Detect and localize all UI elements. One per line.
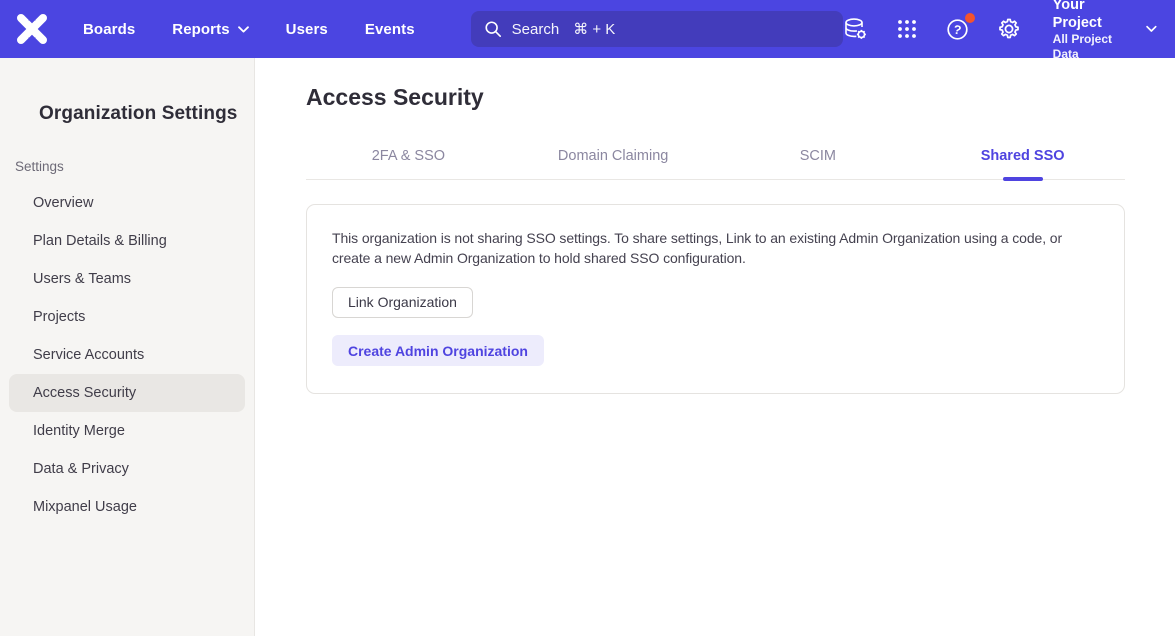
search-shortcut: ⌘ + K [573,20,615,38]
sidebar-title: Organization Settings [39,103,254,125]
project-selector[interactable]: Your Project All Project Data [1053,0,1157,62]
nav-item-reports[interactable]: Reports [172,21,248,38]
project-selector-text: Your Project All Project Data [1053,0,1133,62]
tab-scim[interactable]: SCIM [716,148,921,179]
tab-domain-claiming[interactable]: Domain Claiming [511,148,716,179]
sidebar-item-data-privacy[interactable]: Data & Privacy [9,450,245,488]
sidebar-section-label: Settings [15,159,254,174]
navbar-actions: ? Your Project All Project Data [843,0,1157,62]
notification-dot [965,13,975,23]
shared-sso-description: This organization is not sharing SSO set… [332,229,1099,268]
create-admin-organization-button[interactable]: Create Admin Organization [332,335,544,366]
settings-sidebar: Organization Settings Settings Overview … [0,58,255,636]
project-name: Your Project [1053,0,1133,32]
link-organization-button[interactable]: Link Organization [332,287,473,318]
tab-shared-sso[interactable]: Shared SSO [920,148,1125,179]
top-navbar: Boards Reports Users Events Search ⌘ + K [0,0,1175,58]
main-content: Access Security 2FA & SSO Domain Claimin… [256,58,1175,636]
sidebar-item-identity-merge[interactable]: Identity Merge [9,412,245,450]
sidebar-item-plan-details-billing[interactable]: Plan Details & Billing [9,222,245,260]
shared-sso-card: This organization is not sharing SSO set… [306,204,1125,394]
chevron-down-icon [238,26,249,33]
sidebar-item-service-accounts[interactable]: Service Accounts [9,336,245,374]
tab-2fa-sso[interactable]: 2FA & SSO [306,148,511,179]
chevron-down-icon [1146,25,1157,33]
settings-gear-icon[interactable] [996,16,1022,42]
sidebar-item-users-teams[interactable]: Users & Teams [9,260,245,298]
help-icon[interactable]: ? [945,16,971,42]
mixpanel-logo-icon[interactable] [16,13,48,45]
sidebar-item-overview[interactable]: Overview [9,184,245,222]
sidebar-item-mixpanel-usage[interactable]: Mixpanel Usage [9,488,245,526]
sidebar-item-projects[interactable]: Projects [9,298,245,336]
global-search-input[interactable]: Search ⌘ + K [471,11,843,47]
tab-bar: 2FA & SSO Domain Claiming SCIM Shared SS… [306,148,1125,180]
search-icon [484,20,502,38]
primary-nav: Boards Reports Users Events [83,21,415,38]
nav-item-reports-label: Reports [172,21,229,38]
data-management-icon[interactable] [843,16,869,42]
nav-item-boards[interactable]: Boards [83,21,135,38]
apps-grid-icon[interactable] [894,16,920,42]
sidebar-item-access-security[interactable]: Access Security [9,374,245,412]
page-title: Access Security [306,84,1125,111]
nav-item-users[interactable]: Users [286,21,328,38]
svg-text:?: ? [952,22,962,37]
nav-item-events[interactable]: Events [365,21,415,38]
search-placeholder: Search [512,21,560,38]
